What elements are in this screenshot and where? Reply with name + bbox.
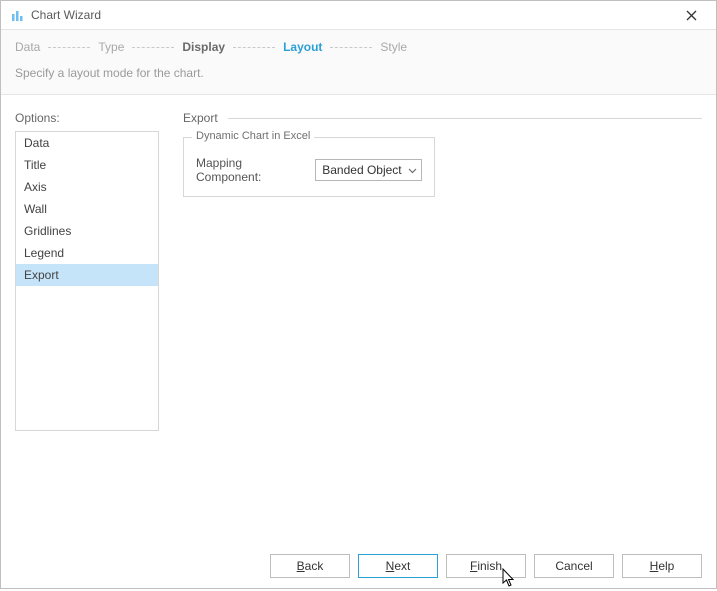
mapping-component-value: Banded Object — [322, 163, 401, 177]
section-rule — [228, 118, 702, 119]
options-label: Options: — [15, 111, 159, 125]
wizard-header: Data Type Display Layout Style Specify a… — [1, 29, 716, 95]
mapping-component-select[interactable]: Banded Object — [315, 159, 422, 181]
step-style[interactable]: Style — [380, 40, 407, 54]
options-item-title[interactable]: Title — [16, 154, 158, 176]
options-item-data[interactable]: Data — [16, 132, 158, 154]
options-item-legend[interactable]: Legend — [16, 242, 158, 264]
options-item-export[interactable]: Export — [16, 264, 158, 286]
close-icon — [686, 10, 697, 21]
section-title: Export — [183, 111, 218, 125]
step-type[interactable]: Type — [98, 40, 124, 54]
step-display[interactable]: Display — [182, 40, 225, 54]
titlebar: Chart Wizard — [1, 1, 716, 29]
back-button[interactable]: Back — [270, 554, 350, 578]
options-item-axis[interactable]: Axis — [16, 176, 158, 198]
wizard-subtitle: Specify a layout mode for the chart. — [15, 66, 702, 80]
next-button[interactable]: Next — [358, 554, 438, 578]
options-item-wall[interactable]: Wall — [16, 198, 158, 220]
cancel-label: Cancel — [555, 559, 592, 573]
groupbox-legend: Dynamic Chart in Excel — [192, 130, 314, 142]
chart-icon — [11, 8, 25, 22]
chevron-down-icon — [408, 166, 417, 175]
wizard-footer: Back Next Finish Cancel Help — [1, 541, 716, 591]
cancel-button[interactable]: Cancel — [534, 554, 614, 578]
dynamic-chart-groupbox: Dynamic Chart in Excel Mapping Component… — [183, 137, 435, 197]
wizard-steps: Data Type Display Layout Style — [15, 40, 702, 54]
window-title: Chart Wizard — [31, 8, 101, 22]
finish-button[interactable]: Finish — [446, 554, 526, 578]
help-button[interactable]: Help — [622, 554, 702, 578]
options-item-gridlines[interactable]: Gridlines — [16, 220, 158, 242]
step-layout[interactable]: Layout — [283, 40, 322, 54]
mapping-component-label: Mapping Component: — [196, 156, 309, 184]
step-data[interactable]: Data — [15, 40, 40, 54]
options-list[interactable]: Data Title Axis Wall Gridlines Legend Ex… — [15, 131, 159, 431]
close-button[interactable] — [674, 3, 708, 27]
